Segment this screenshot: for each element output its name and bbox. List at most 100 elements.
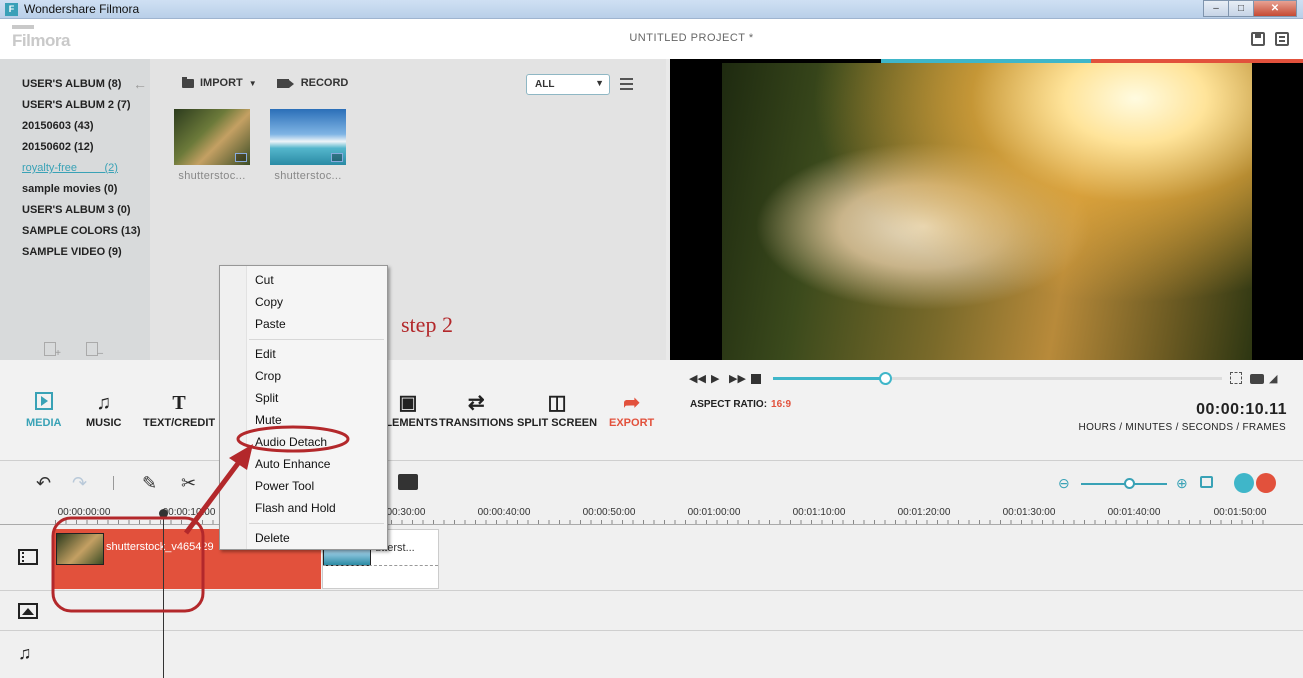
media-toolbar: IMPORT ▼ RECORD	[182, 76, 349, 89]
record-label: RECORD	[300, 77, 349, 89]
album-item[interactable]: 20150603 (43)	[0, 116, 150, 137]
timeline-toolbar: ↶ ↷ ✎ ✂ ⊖ ⊕	[0, 461, 1303, 505]
app-header: Filmora UNTITLED PROJECT *	[0, 19, 1303, 59]
import-button[interactable]: IMPORT ▼	[182, 76, 257, 89]
playhead[interactable]	[159, 509, 168, 678]
music-note-icon: ♫	[18, 643, 32, 663]
menu-item-copy[interactable]: Copy	[255, 295, 283, 309]
ruler-tick: 00:01:10:00	[792, 507, 846, 518]
pip-track	[0, 591, 1303, 631]
ruler-tick: 00:00:40:00	[477, 507, 531, 518]
transitions-icon: ⇄	[467, 392, 485, 414]
tab-transitions[interactable]: ⇄ TRANSITIONS	[439, 392, 514, 429]
menu-item-paste[interactable]: Paste	[255, 317, 286, 331]
app-icon: F	[5, 3, 18, 16]
menu-item-power-tool[interactable]: Power Tool	[255, 479, 314, 493]
snapshot-icon[interactable]	[1250, 374, 1264, 384]
folder-icon	[182, 76, 194, 88]
split-screen-icon: ◫	[547, 392, 567, 414]
media-thumbnail[interactable]: shutterstoc...	[174, 109, 250, 182]
menu-item-flash-and-hold[interactable]: Flash and Hold	[255, 501, 336, 515]
album-sidebar: USER'S ALBUM (8) USER'S ALBUM 2 (7) 2015…	[0, 59, 150, 360]
aspect-value[interactable]: 16:9	[771, 399, 791, 410]
volume-icon[interactable]: ◢	[1269, 372, 1281, 385]
album-item[interactable]: USER'S ALBUM 3 (0)	[0, 200, 150, 221]
thumbnail-image	[270, 109, 346, 165]
zoom-in-icon[interactable]: ⊕	[1176, 475, 1188, 492]
album-item[interactable]: 20150602 (12)	[0, 137, 150, 158]
record-button[interactable]: RECORD	[276, 77, 349, 89]
window-controls: – □ ✕	[1203, 0, 1297, 17]
zoom-fit-icon[interactable]	[1200, 476, 1213, 488]
menu-item-cut[interactable]: Cut	[255, 273, 274, 287]
context-menu: Cut Copy Paste Edit Crop Split Mute Audi…	[219, 265, 388, 550]
close-button[interactable]: ✕	[1253, 0, 1297, 17]
toolbar-divider	[113, 476, 114, 490]
thumbnail-caption: shutterstoc...	[178, 170, 246, 182]
redo-icon[interactable]: ↷	[72, 473, 87, 494]
maximize-button[interactable]: □	[1228, 0, 1254, 17]
fast-forward-icon[interactable]: ▶▶	[729, 372, 746, 385]
fullscreen-icon[interactable]	[1230, 372, 1242, 384]
tab-text-credit[interactable]: T TEXT/CREDIT	[143, 392, 215, 429]
music-icon: ♫	[96, 392, 112, 414]
media-icon	[26, 392, 61, 414]
menu-item-edit[interactable]: Edit	[255, 347, 276, 361]
menu-icon[interactable]	[1275, 32, 1289, 46]
menu-item-mute[interactable]: Mute	[255, 413, 282, 427]
menu-item-delete[interactable]: Delete	[255, 531, 290, 545]
image-icon	[18, 603, 38, 619]
tab-export[interactable]: ➦ EXPORT	[609, 392, 654, 429]
tab-split-screen[interactable]: ◫ SPLIT SCREEN	[517, 392, 597, 429]
add-album-icon[interactable]	[44, 342, 61, 359]
thumbnail-caption: shutterstoc...	[274, 170, 342, 182]
list-view-icon[interactable]	[620, 78, 633, 80]
menu-item-audio-detach[interactable]: Audio Detach	[255, 435, 327, 449]
edit-pencil-icon[interactable]: ✎	[142, 473, 157, 494]
menu-item-auto-enhance[interactable]: Auto Enhance	[255, 457, 330, 471]
timeline-ruler[interactable]: 00:00:00:00 00:00:10:00 00:00:30:00 00:0…	[0, 505, 1303, 525]
grid-icon[interactable]	[1256, 473, 1276, 493]
export-icon: ➦	[623, 392, 640, 414]
play-icon[interactable]: ▶	[711, 372, 719, 385]
aspect-label: ASPECT RATIO:	[690, 399, 768, 410]
collapse-arrow-icon[interactable]: ←	[133, 76, 147, 92]
zoom-knob[interactable]	[1124, 478, 1135, 489]
menu-item-split[interactable]: Split	[255, 391, 278, 405]
undo-icon[interactable]: ↶	[36, 473, 51, 494]
minimize-button[interactable]: –	[1203, 0, 1229, 17]
delete-album-icon[interactable]	[86, 342, 103, 359]
album-item-active[interactable]: royalty-free (2)	[0, 158, 150, 179]
ruler-tick: 00:00:50:00	[582, 507, 636, 518]
audio-track: ♫	[0, 631, 1303, 678]
stop-icon[interactable]	[751, 374, 761, 384]
menu-gutter	[220, 266, 247, 549]
media-thumbnail[interactable]: shutterstoc...	[270, 109, 346, 182]
playback-progress	[773, 377, 886, 380]
scissors-icon[interactable]: ✂	[181, 473, 196, 494]
playback-knob[interactable]	[879, 372, 893, 385]
rewind-icon[interactable]: ◀◀	[689, 372, 706, 385]
film-icon	[18, 549, 38, 565]
dropdown-arrow-icon: ▼	[595, 78, 604, 88]
ruler-tick: 00:01:00:00	[687, 507, 741, 518]
advanced-edit-icon[interactable]	[398, 474, 418, 490]
tab-music[interactable]: ♫ MUSIC	[86, 392, 121, 429]
zoom-out-icon[interactable]: ⊖	[1058, 475, 1070, 492]
tab-label: TRANSITIONS	[439, 417, 514, 429]
album-item[interactable]: SAMPLE COLORS (13)	[0, 221, 150, 242]
menu-separator	[249, 339, 384, 340]
playback-slider[interactable]	[773, 372, 1222, 385]
voiceover-icon[interactable]	[1234, 473, 1254, 493]
menu-item-crop[interactable]: Crop	[255, 369, 281, 383]
album-item[interactable]: SAMPLE VIDEO (9)	[0, 242, 150, 263]
tab-label: TEXT/CREDIT	[143, 417, 216, 429]
video-track: shutterstock_v465429 utterst...	[0, 525, 1303, 591]
media-filter-select[interactable]: ALL ▼	[526, 74, 610, 95]
album-item[interactable]: USER'S ALBUM 2 (7)	[0, 95, 150, 116]
album-item[interactable]: sample movies (0)	[0, 179, 150, 200]
caret-down-icon: ▼	[248, 78, 257, 88]
save-icon[interactable]	[1251, 32, 1265, 46]
album-item[interactable]: USER'S ALBUM (8)	[0, 74, 150, 95]
tab-media[interactable]: MEDIA	[26, 392, 61, 429]
